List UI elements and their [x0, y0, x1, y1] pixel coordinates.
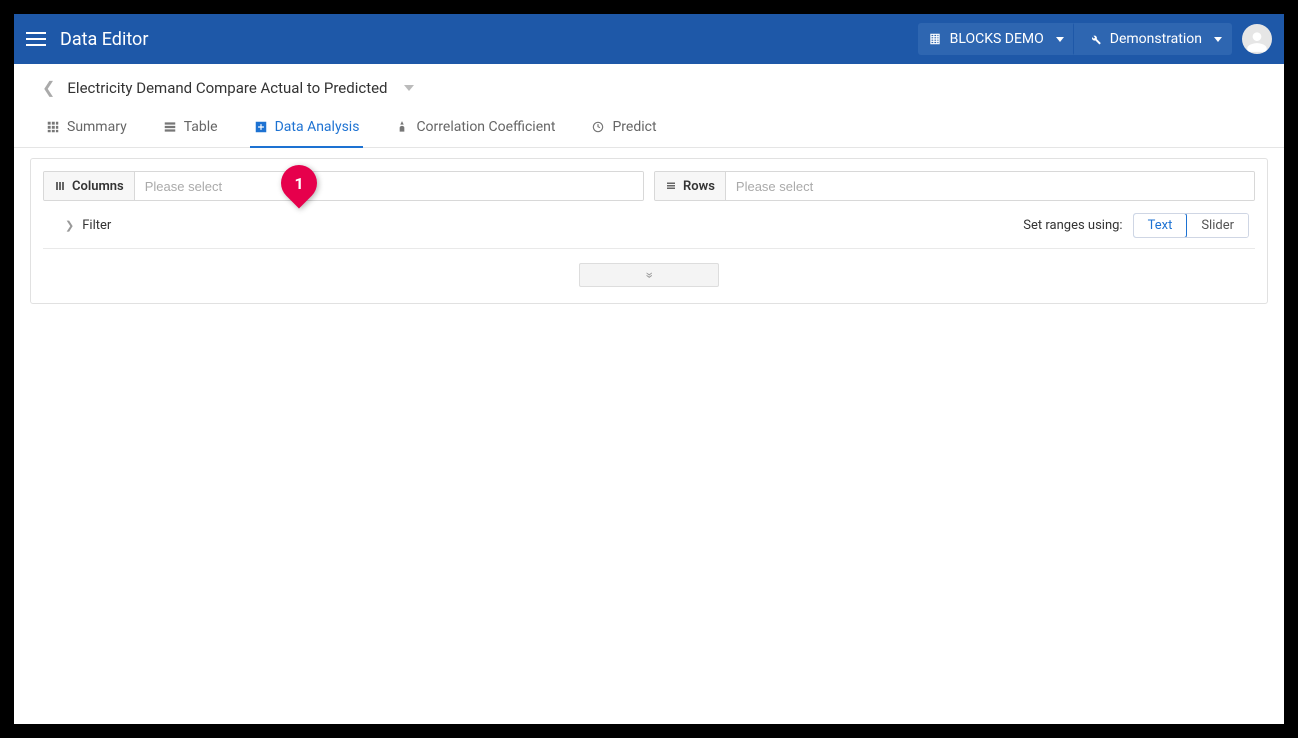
tabs: Summary Table Data Analysis Correlation …	[14, 109, 1284, 148]
tab-data-analysis[interactable]: Data Analysis	[250, 109, 364, 147]
topbar: Data Editor BLOCKS DEMO Demonstration	[14, 14, 1284, 64]
rows-label: Rows	[655, 172, 726, 200]
page-title: Electricity Demand Compare Actual to Pre…	[67, 79, 387, 97]
back-chevron-icon[interactable]: ❮	[42, 78, 55, 97]
tab-label: Correlation Coefficient	[416, 119, 555, 135]
analysis-card: Columns Rows ❯ Filter Set ranges using: …	[30, 158, 1268, 304]
tab-label: Data Analysis	[275, 119, 360, 135]
table-icon	[163, 120, 177, 134]
menu-icon[interactable]	[26, 32, 46, 46]
tab-table[interactable]: Table	[159, 109, 222, 147]
filter-label[interactable]: Filter	[82, 218, 111, 233]
double-chevron-down-icon: »	[641, 272, 657, 279]
caret-down-icon	[1056, 37, 1064, 42]
building-icon	[928, 32, 942, 46]
title-caret-icon[interactable]	[404, 85, 414, 91]
rows-input[interactable]	[726, 172, 1254, 200]
breadcrumb-section-label: Demonstration	[1110, 31, 1202, 47]
chevron-right-icon[interactable]: ❯	[65, 219, 74, 232]
columns-icon	[54, 180, 66, 192]
subheader: ❮ Electricity Demand Compare Actual to P…	[14, 64, 1284, 101]
breadcrumb-project-label: BLOCKS DEMO	[950, 31, 1044, 47]
plus-box-icon	[254, 120, 268, 134]
range-label: Set ranges using:	[1023, 218, 1122, 233]
target-icon	[591, 120, 605, 134]
tab-label: Summary	[67, 119, 127, 135]
tab-correlation[interactable]: Correlation Coefficient	[391, 109, 559, 147]
filter-row: ❯ Filter Set ranges using: Text Slider	[43, 201, 1255, 249]
rows-icon	[665, 180, 677, 192]
tab-predict[interactable]: Predict	[587, 109, 660, 147]
breadcrumb-section[interactable]: Demonstration	[1074, 23, 1232, 55]
caret-down-icon	[1214, 37, 1222, 42]
rows-selector: Rows	[654, 171, 1255, 201]
breadcrumb: BLOCKS DEMO Demonstration	[918, 23, 1232, 55]
app-title: Data Editor	[60, 29, 148, 50]
expand-button[interactable]: »	[579, 263, 719, 287]
columns-input[interactable]	[135, 172, 643, 200]
range-toggle: Text Slider	[1133, 213, 1249, 238]
tab-label: Predict	[612, 119, 656, 135]
grid-icon	[46, 120, 60, 134]
range-option-text[interactable]: Text	[1133, 213, 1188, 238]
columns-label: Columns	[44, 172, 135, 200]
columns-label-text: Columns	[72, 179, 124, 194]
range-option-slider[interactable]: Slider	[1186, 214, 1248, 237]
columns-selector: Columns	[43, 171, 644, 201]
rows-label-text: Rows	[683, 179, 715, 194]
breadcrumb-project[interactable]: BLOCKS DEMO	[918, 23, 1074, 55]
avatar[interactable]	[1242, 24, 1272, 54]
wrench-icon	[1088, 32, 1102, 46]
tab-summary[interactable]: Summary	[42, 109, 131, 147]
tab-label: Table	[184, 119, 218, 135]
marker-icon	[395, 120, 409, 134]
